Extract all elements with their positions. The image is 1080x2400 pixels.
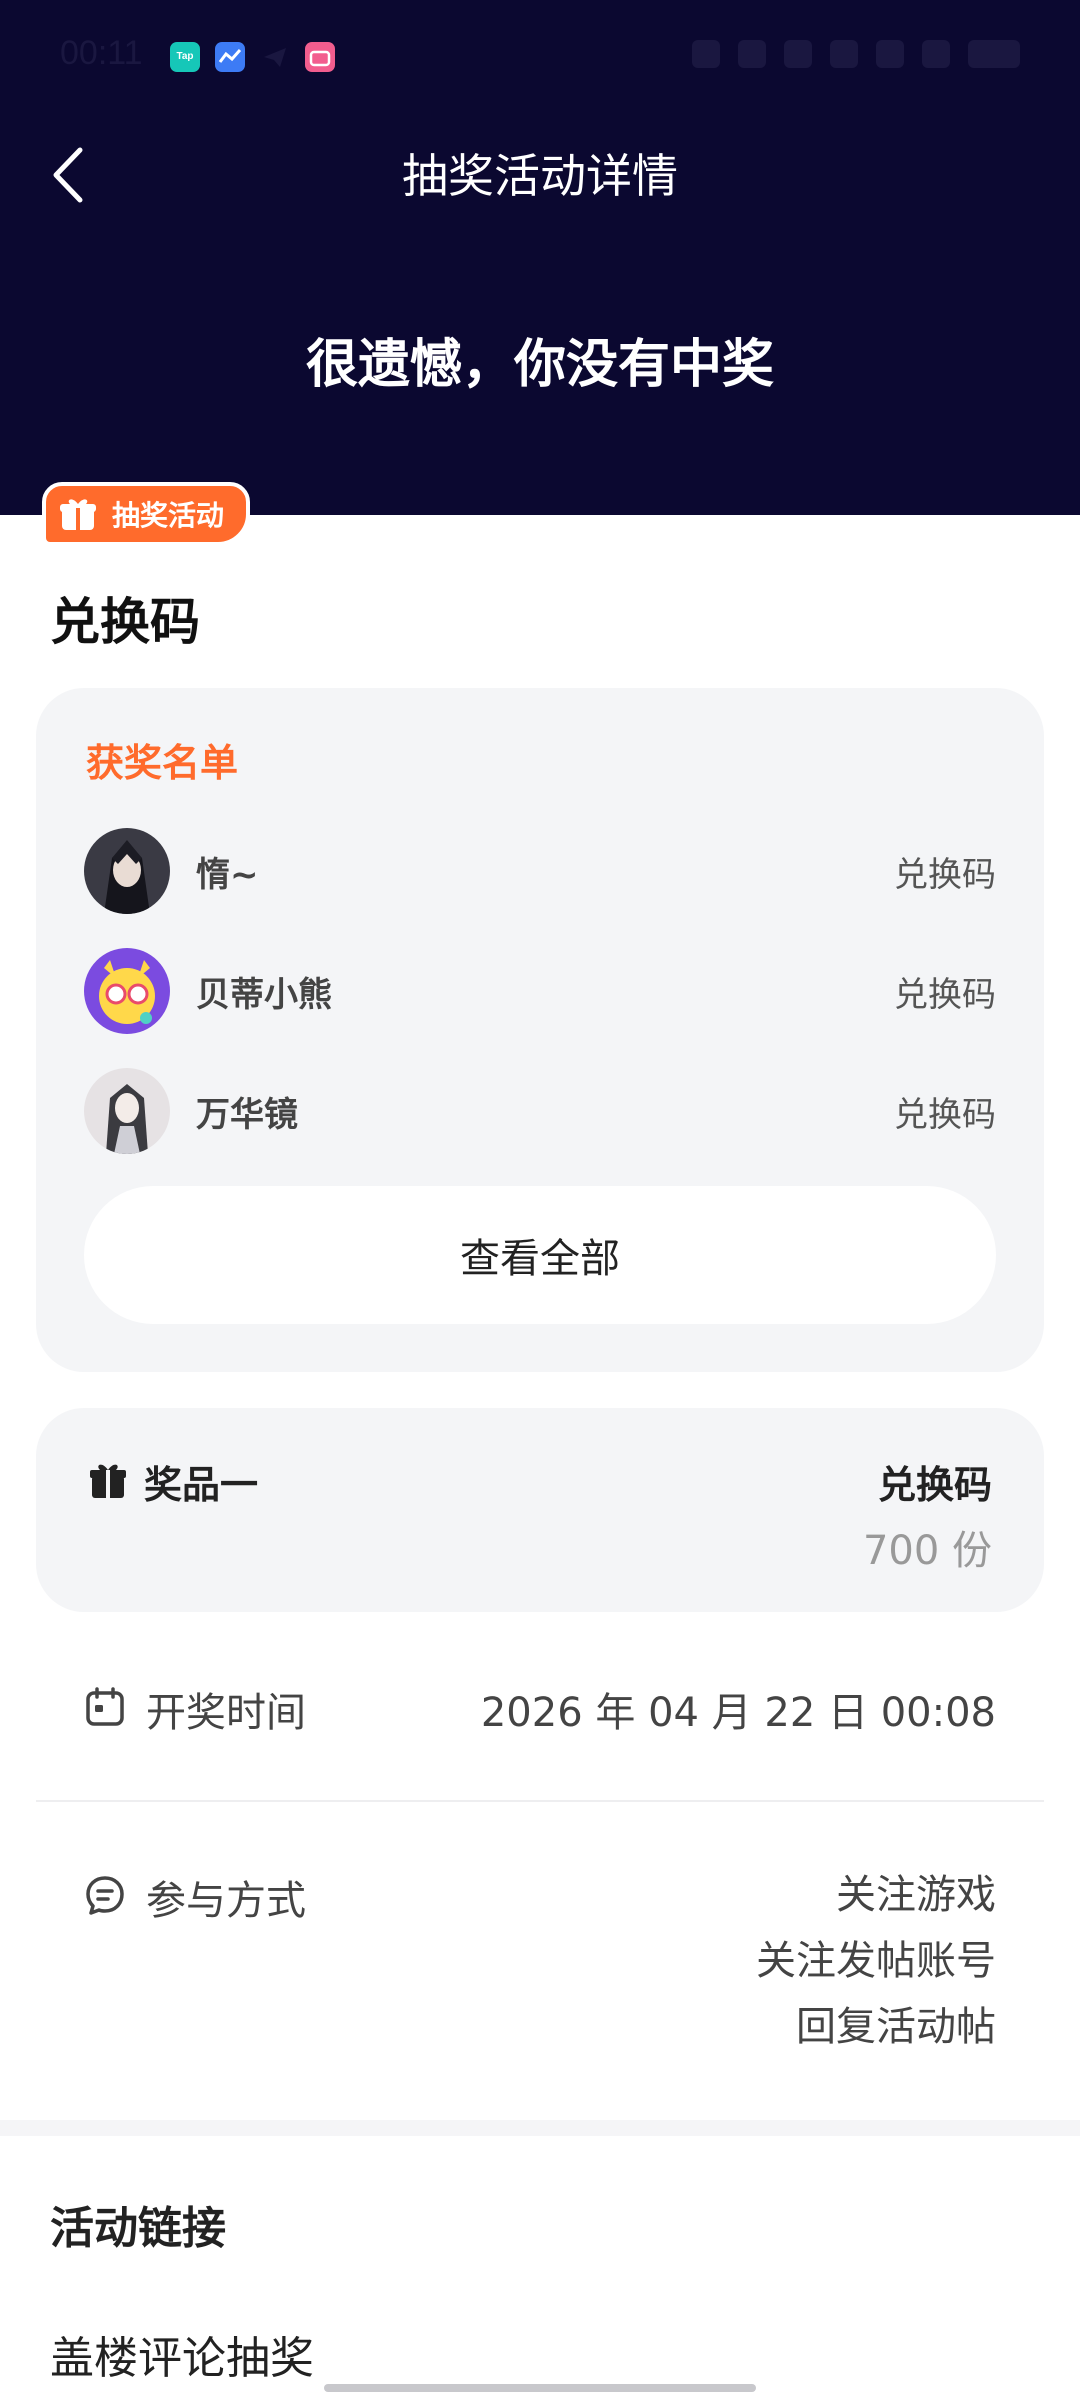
- winner-row[interactable]: 贝蒂小熊 兑换码: [84, 948, 996, 1034]
- activity-links-title: 活动链接: [50, 2203, 226, 2254]
- prize-quantity: 700 份: [862, 1528, 992, 1574]
- nfc-icon: [692, 40, 720, 68]
- telegram-icon: [260, 42, 290, 72]
- taptap-app-icon: Tap: [170, 42, 200, 72]
- winner-row[interactable]: 万华镜 兑换码: [84, 1068, 996, 1154]
- winner-name: 惰~: [196, 854, 259, 895]
- draw-time-row: 开奖时间 2026 年 04 月 22 日 00:08: [84, 1680, 996, 1740]
- winner-row[interactable]: 惰~ 兑换码: [84, 828, 996, 914]
- status-time: 00:11: [60, 34, 143, 72]
- avatar: [84, 1068, 170, 1154]
- vibrate-icon: [784, 40, 812, 68]
- winner-prize: 兑换码: [894, 1094, 996, 1135]
- winners-heading: 获奖名单: [86, 741, 239, 785]
- avatar: [84, 828, 170, 914]
- winner-name: 贝蒂小熊: [196, 974, 332, 1015]
- draw-time-value: 2026 年 04 月 22 日 00:08: [480, 1690, 996, 1736]
- prize-card: 奖品一 兑换码 700 份: [36, 1408, 1044, 1612]
- gift-icon: [90, 1464, 126, 1498]
- winner-prize: 兑换码: [894, 854, 996, 895]
- header: 00:11 Tap 抽奖活动详情 很遗憾，你没有中奖: [0, 0, 1080, 515]
- divider: [36, 1800, 1044, 1802]
- winners-card: 获奖名单 惰~ 兑换码 贝蒂小熊 兑换码 万华镜 兑换码 查看全部: [36, 688, 1044, 1372]
- signal-icon: [876, 40, 904, 68]
- status-bar: 00:11 Tap: [0, 0, 1080, 115]
- participation-row: 参与方式 关注游戏 关注发帖账号 回复活动帖: [84, 1862, 996, 2072]
- prize-label: 奖品一: [144, 1463, 259, 1507]
- calendar-icon: [86, 1687, 124, 1726]
- participation-method: 回复活动帖: [796, 2004, 996, 2050]
- view-all-button[interactable]: 查看全部: [84, 1186, 996, 1324]
- chart-app-icon: [215, 42, 245, 72]
- lottery-result: 很遗憾，你没有中奖: [305, 335, 774, 395]
- wifi-icon: [922, 40, 950, 68]
- prize-name: 兑换码: [877, 1463, 992, 1507]
- gift-icon: [60, 499, 96, 530]
- participation-method: 关注游戏: [836, 1872, 996, 1918]
- hd-icon: [830, 40, 858, 68]
- winner-name: 万华镜: [196, 1094, 298, 1135]
- battery-icon: [968, 40, 1020, 68]
- participation-method: 关注发帖账号: [756, 1938, 996, 1984]
- participation-label: 参与方式: [146, 1878, 306, 1924]
- lottery-activity-badge: 抽奖活动: [42, 482, 251, 546]
- prize-title: 兑换码: [50, 593, 200, 651]
- draw-time-label: 开奖时间: [146, 1690, 306, 1736]
- winner-prize: 兑换码: [894, 974, 996, 1015]
- page-title: 抽奖活动详情: [402, 149, 678, 203]
- bilibili-icon: [305, 42, 335, 72]
- avatar: [84, 948, 170, 1034]
- participation-methods: 关注游戏 关注发帖账号 回复活动帖: [756, 1862, 996, 2060]
- status-icons: [692, 40, 1020, 68]
- badge-label: 抽奖活动: [112, 499, 225, 532]
- home-indicator[interactable]: [324, 2384, 756, 2392]
- bluetooth-icon: [738, 40, 766, 68]
- activity-link-item[interactable]: 盖楼评论抽奖: [50, 2322, 314, 2386]
- section-gap: [0, 2120, 1080, 2136]
- chat-bubble-icon: [86, 1876, 124, 1915]
